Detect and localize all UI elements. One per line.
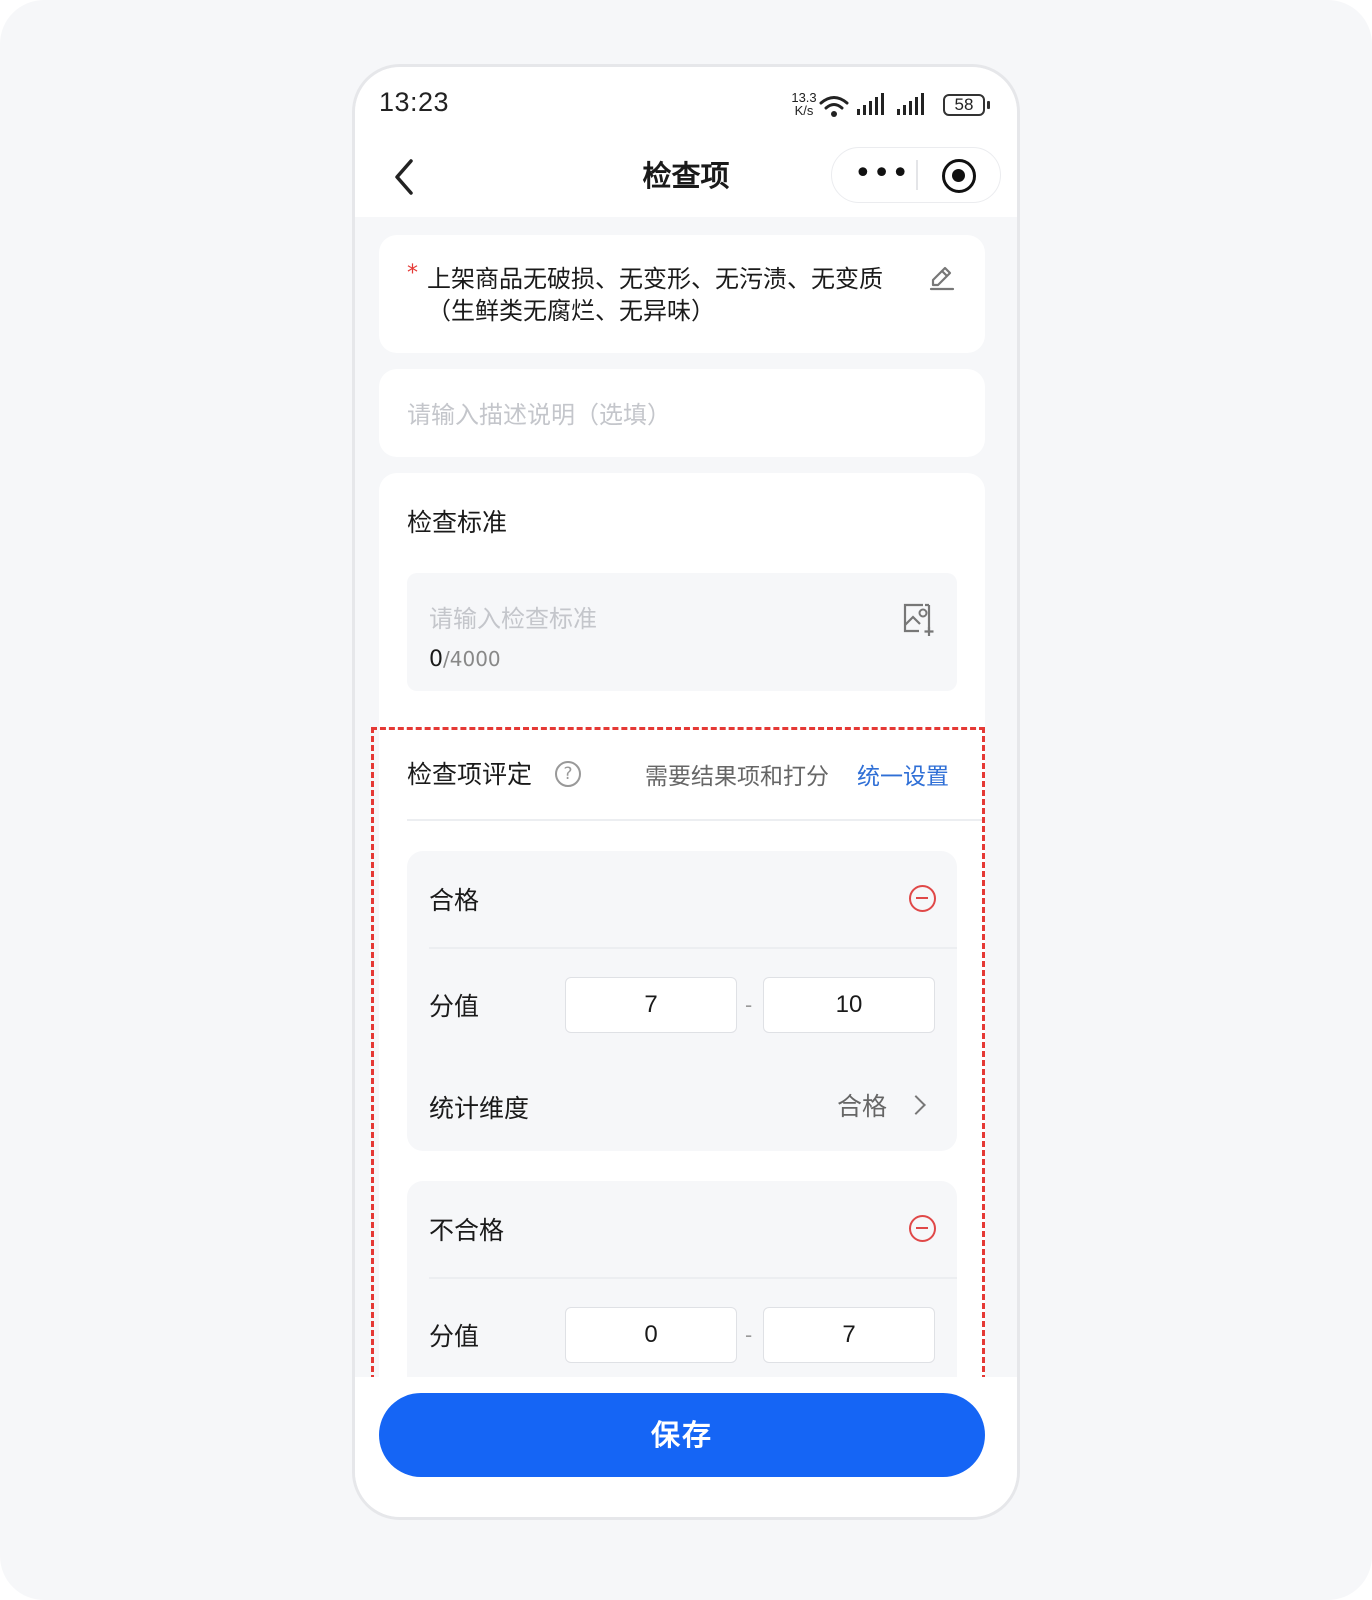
evaluation-label: 检查项评定 xyxy=(407,760,533,789)
save-button[interactable]: 保存 xyxy=(379,1393,985,1477)
standard-evaluation-card: 检查标准 请输入检查标准 0/4000 检查项评定 ? 需要结果项和打分 统一设… xyxy=(379,473,985,1433)
grade-divider xyxy=(429,1277,957,1279)
score-min-input[interactable]: 7 xyxy=(565,977,737,1033)
description-placeholder: 请输入描述说明（选填） xyxy=(407,401,671,429)
char-count: 0 xyxy=(429,647,443,672)
score-separator: - xyxy=(745,993,753,1017)
net-speed-unit: K/s xyxy=(794,103,814,118)
evaluation-divider xyxy=(407,819,985,821)
net-speed: 13.3 K/s xyxy=(789,91,819,117)
help-icon[interactable]: ? xyxy=(555,761,581,787)
item-title: 上架商品无破损、无变形、无污渍、无变质（生鲜类无腐烂、无异味） xyxy=(427,265,883,325)
item-title-card: * 上架商品无破损、无变形、无污渍、无变质（生鲜类无腐烂、无异味） xyxy=(379,235,985,353)
standard-label: 检查标准 xyxy=(407,508,508,537)
screenshot-canvas: 13:23 13.3 K/s 58 检查项 ••• * 上架商品无破损、无变形、… xyxy=(0,0,1372,1600)
description-input[interactable]: 请输入描述说明（选填） xyxy=(379,369,985,457)
battery-nub xyxy=(987,101,990,109)
evaluation-hint: 需要结果项和打分 xyxy=(645,764,829,790)
status-time: 13:23 xyxy=(379,87,450,117)
score-min-input[interactable]: 0 xyxy=(565,1307,737,1363)
dimension-value: 合格 xyxy=(836,1092,887,1121)
required-mark: * xyxy=(407,261,418,286)
score-max-input[interactable]: 10 xyxy=(763,977,935,1033)
standard-textarea[interactable]: 请输入检查标准 0/4000 xyxy=(407,573,957,691)
add-image-icon[interactable] xyxy=(901,601,937,637)
dimension-label: 统计维度 xyxy=(429,1094,530,1123)
signal-icon-2 xyxy=(897,93,924,115)
edit-pencil-icon[interactable] xyxy=(927,263,957,293)
score-separator: - xyxy=(745,1323,753,1347)
score-label: 分值 xyxy=(429,992,480,1021)
remove-grade-icon[interactable] xyxy=(909,885,936,912)
grade-card-pass: 合格 分值 7 - 10 统计维度 合格 xyxy=(407,851,957,1151)
miniapp-capsule: ••• xyxy=(831,147,1001,203)
capsule-divider xyxy=(916,160,918,190)
signal-icon-1 xyxy=(857,93,884,115)
grade-divider xyxy=(429,947,957,949)
char-max: /4000 xyxy=(443,647,501,671)
standard-placeholder: 请输入检查标准 xyxy=(429,605,597,633)
remove-grade-icon[interactable] xyxy=(909,1215,936,1242)
wifi-icon xyxy=(819,96,849,117)
score-max-input[interactable]: 7 xyxy=(763,1307,935,1363)
chevron-right-icon xyxy=(906,1095,926,1115)
top-bar: 13:23 13.3 K/s 58 检查项 ••• xyxy=(355,67,1017,217)
unified-settings-link[interactable]: 统一设置 xyxy=(857,757,949,791)
target-dot xyxy=(952,169,965,182)
battery-indicator: 58 xyxy=(943,94,985,116)
grade-name: 合格 xyxy=(429,886,480,915)
close-miniapp-icon[interactable] xyxy=(942,159,976,193)
phone-frame: 13:23 13.3 K/s 58 检查项 ••• * 上架商品无破损、无变形、… xyxy=(352,64,1020,1520)
more-options-button[interactable]: ••• xyxy=(854,158,909,192)
score-label: 分值 xyxy=(429,1322,480,1351)
bottom-bar: 保存 xyxy=(355,1377,1017,1517)
grade-name: 不合格 xyxy=(429,1216,505,1245)
dimension-selector[interactable]: 合格 xyxy=(707,1077,937,1133)
char-counter: 0/4000 xyxy=(429,647,501,672)
